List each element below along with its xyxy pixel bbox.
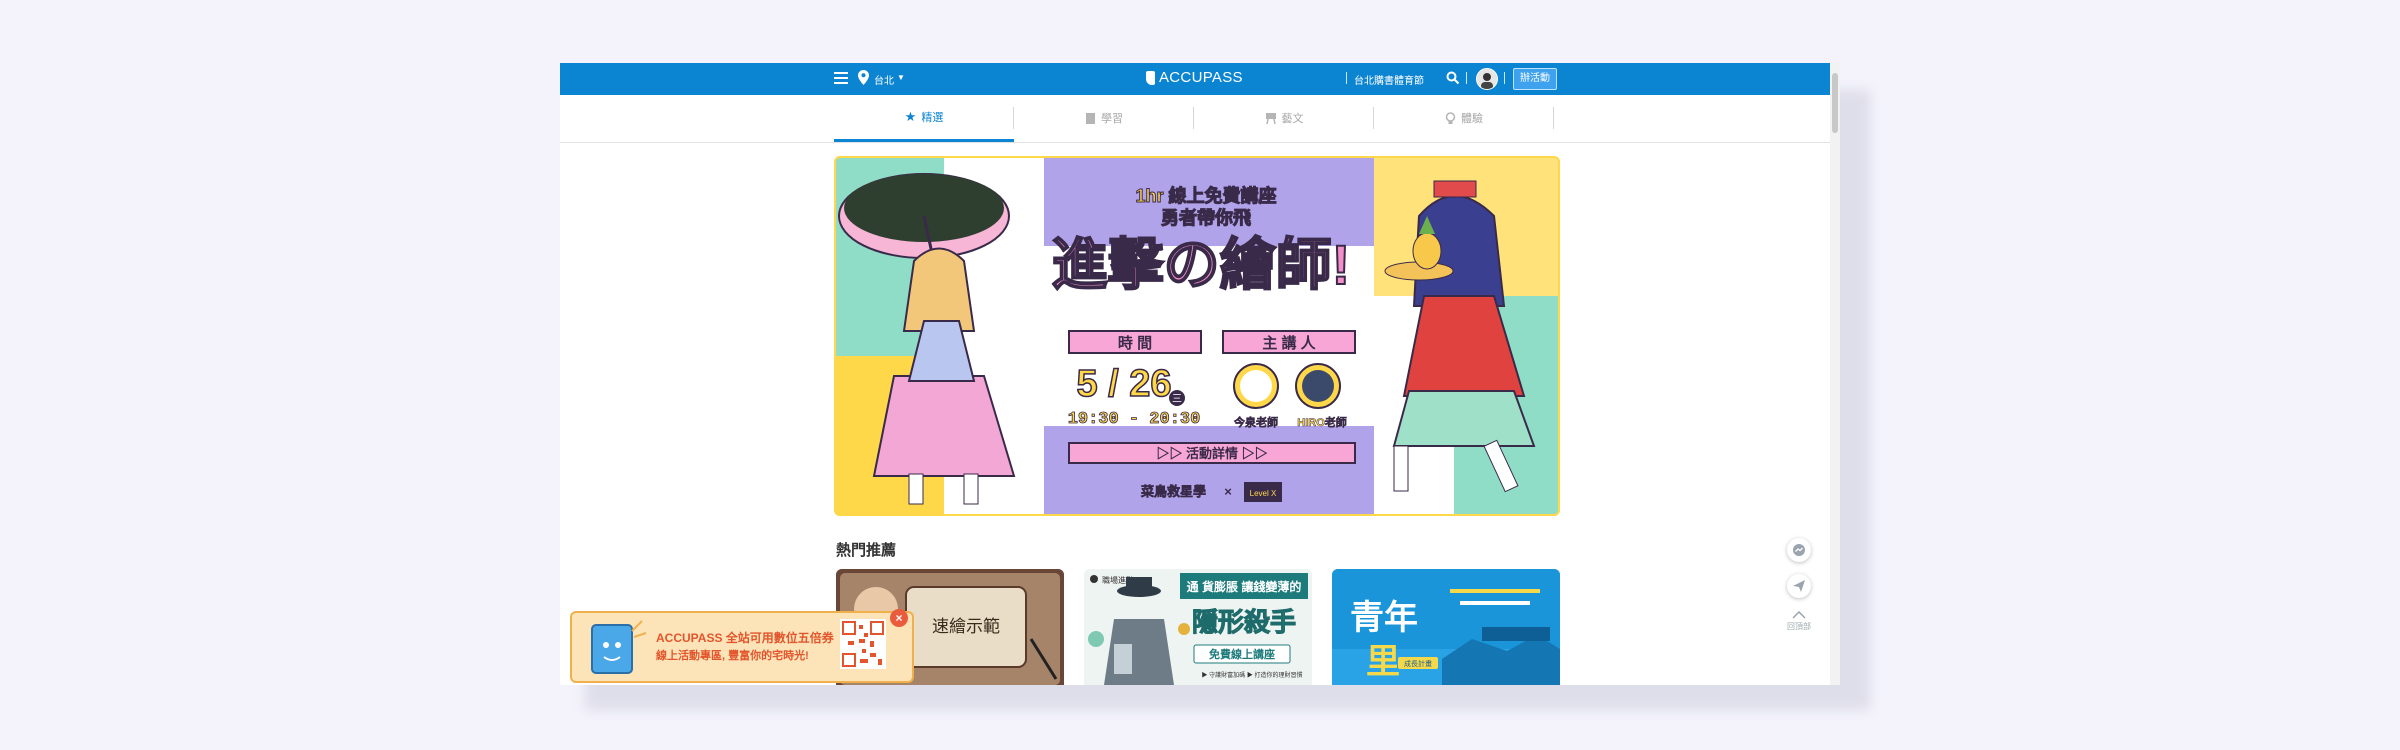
page-scrollbar[interactable] (1830, 63, 1840, 685)
svg-text:三: 三 (1172, 394, 1182, 405)
tab-featured[interactable]: ★ 精選 (834, 95, 1014, 142)
svg-text:Level X: Level X (1250, 489, 1277, 498)
chevron-up-icon (1792, 610, 1806, 619)
messenger-icon (1793, 544, 1805, 556)
event-card-youth[interactable]: 青年 里 成長計畫 (1332, 569, 1560, 685)
back-to-top-button[interactable]: 回頂部 (1784, 610, 1814, 632)
hero-banner[interactable]: 1hr 線上免費講座 勇者帶你飛 進擊の繪師! 時 間 主 講 人 5 / 26… (834, 156, 1560, 516)
svg-text:青年: 青年 (1350, 599, 1418, 637)
svg-text:免費線上講座: 免費線上講座 (1209, 647, 1275, 661)
svg-text:主 講 人: 主 講 人 (1262, 334, 1316, 352)
svg-text:通 貨膨脹 讓錢變薄的: 通 貨膨脹 讓錢變薄的 (1187, 579, 1302, 594)
tab-label: 體驗 (1461, 113, 1483, 125)
tab-learning[interactable]: 學習 (1014, 95, 1194, 141)
easel-icon (1265, 112, 1276, 124)
tab-label: 藝文 (1281, 113, 1304, 125)
svg-text:×: × (1224, 484, 1232, 499)
accupass-logo[interactable]: ACCUPASS (1146, 69, 1243, 86)
city-selector[interactable]: 台北 (874, 72, 894, 87)
logo-text: ACCUPASS (1159, 69, 1243, 86)
scrollbar-thumb[interactable] (1832, 73, 1838, 133)
promo-line-1: ACCUPASS 全站可用數位五倍券 (656, 631, 834, 645)
tab-label: 精選 (921, 112, 944, 124)
svg-text:進擊の繪師!: 進擊の繪師! (1052, 233, 1351, 296)
svg-text:今泉老師: 今泉老師 (1233, 415, 1278, 429)
festival-link[interactable]: 台北購書體育節 (1354, 72, 1424, 87)
share-button[interactable] (1787, 574, 1811, 598)
tabs-underline (560, 142, 1830, 143)
browser-window: 台北 ▼ ACCUPASS 台北購書體育節 辦活動 ★ 精選 學習 藝文 體驗 … (560, 63, 1840, 685)
card-image: 職場進階 通 貨膨脹 讓錢變薄的 隱形殺手 免費線上講座 ▶ 守護財富加碼 ▶ … (1084, 569, 1312, 685)
svg-text:隱形殺手: 隱形殺手 (1192, 607, 1296, 637)
bulb-icon (1445, 111, 1456, 124)
tab-label: 學習 (1101, 113, 1123, 125)
svg-text:HIRO老師: HIRO老師 (1297, 415, 1347, 429)
location-pin-icon[interactable] (858, 70, 869, 85)
promo-close-button[interactable]: × (890, 609, 908, 627)
promo-popup[interactable]: ACCUPASS 全站可用數位五倍券 線上活動專區, 豐富你的宅時光! × (570, 609, 914, 683)
svg-text:▷▷ 活動詳情 ▷▷: ▷▷ 活動詳情 ▷▷ (1156, 446, 1267, 461)
event-card-lecture[interactable]: 職場進階 通 貨膨脹 讓錢變薄的 隱形殺手 免費線上講座 ▶ 守護財富加碼 ▶ … (1084, 569, 1312, 685)
navbar-inner: 台北 ▼ ACCUPASS 台北購書體育節 辦活動 (834, 63, 1569, 95)
divider (1504, 72, 1505, 84)
card-image: 青年 里 成長計畫 (1332, 569, 1560, 685)
svg-text:5 / 26: 5 / 26 (1076, 363, 1171, 405)
svg-text:1hr 線上免費講座: 1hr 線上免費講座 (1135, 185, 1276, 206)
search-icon[interactable] (1446, 71, 1460, 85)
category-tabs: ★ 精選 學習 藝文 體驗 (834, 95, 1556, 143)
svg-text:成長計畫: 成長計畫 (1404, 659, 1432, 668)
back-to-top-label: 回頂部 (1787, 622, 1811, 631)
book-icon (1086, 112, 1095, 124)
paper-plane-icon (1793, 580, 1805, 592)
divider (1466, 72, 1467, 84)
svg-text:時 間: 時 間 (1118, 334, 1152, 352)
top-navbar: 台北 ▼ ACCUPASS 台北購書體育節 辦活動 (560, 63, 1830, 95)
tab-experience[interactable]: 體驗 (1374, 95, 1554, 141)
tab-arts[interactable]: 藝文 (1194, 95, 1374, 141)
star-icon: ★ (904, 109, 917, 124)
svg-text:▶ 守護財富加碼 ▶ 打造你的理財習慣: ▶ 守護財富加碼 ▶ 打造你的理財習慣 (1201, 671, 1302, 679)
host-event-button[interactable]: 辦活動 (1513, 68, 1557, 90)
qr-code (840, 619, 886, 669)
divider (1346, 72, 1347, 84)
messenger-button[interactable] (1787, 538, 1811, 562)
svg-text:菜鳥救星學: 菜鳥救星學 (1140, 484, 1206, 499)
svg-text:19:30 - 20:30: 19:30 - 20:30 (1068, 410, 1201, 429)
hamburger-menu-icon[interactable] (834, 72, 848, 84)
svg-text:里: 里 (1366, 644, 1400, 681)
logo-mark-icon (1146, 70, 1155, 85)
svg-text:速繪示範: 速繪示範 (932, 617, 1000, 636)
user-avatar[interactable] (1476, 68, 1498, 90)
svg-text:勇者帶你飛: 勇者帶你飛 (1161, 207, 1251, 228)
popular-section-title: 熱門推薦 (836, 542, 897, 559)
banner-artwork: 1hr 線上免費講座 勇者帶你飛 進擊の繪師! 時 間 主 講 人 5 / 26… (834, 156, 1560, 516)
mascot-icon (591, 620, 647, 674)
divider (1553, 107, 1554, 129)
avatar-image (1477, 69, 1497, 89)
promo-line-2: 線上活動專區, 豐富你的宅時光! (656, 650, 809, 662)
chevron-down-icon[interactable]: ▼ (897, 73, 905, 82)
